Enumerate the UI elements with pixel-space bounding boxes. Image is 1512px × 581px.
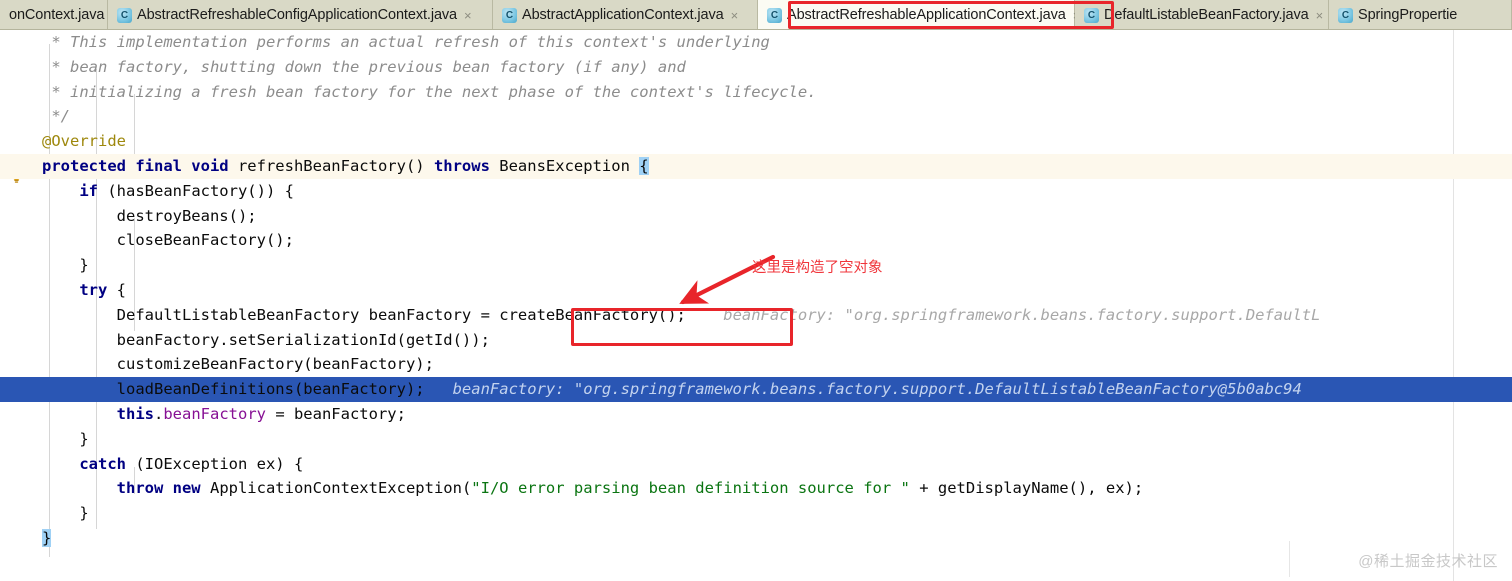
- editor-tab-5[interactable]: C SpringPropertie: [1329, 0, 1512, 29]
- code-line-method-signature[interactable]: protected final void refreshBeanFactory(…: [0, 153, 1512, 179]
- code-token: DefaultListableBeanFactory beanFactory =…: [42, 305, 686, 324]
- code-token: if: [79, 181, 108, 200]
- code-token: }: [42, 504, 89, 523]
- code-line-throw-exception[interactable]: throw new ApplicationContextException("I…: [0, 476, 1512, 501]
- code-line-close-try-brace[interactable]: }: [0, 427, 1512, 452]
- code-token: refreshBeanFactory(): [237, 156, 434, 175]
- code-line-if-hasbeanfactory[interactable]: if (hasBeanFactory()) {: [0, 179, 1512, 204]
- code-token: */: [42, 107, 70, 126]
- code-token: * initializing a fresh bean factory for …: [42, 82, 817, 101]
- editor-tab-1[interactable]: C AbstractRefreshableConfigApplicationCon…: [108, 0, 493, 29]
- code-token: closeBeanFactory();: [42, 231, 294, 250]
- code-token: }: [42, 528, 52, 547]
- editor-tab-label: AbstractRefreshableApplicationContext.ja…: [787, 7, 1066, 23]
- code-lines-container[interactable]: * This implementation performs an actual…: [0, 30, 1512, 581]
- code-line-catch-ioexception[interactable]: catch (IOException ex) {: [0, 452, 1512, 477]
- code-line-destroy-beans[interactable]: destroyBeans();: [0, 204, 1512, 229]
- code-line-try-open[interactable]: try {: [0, 278, 1512, 303]
- java-class-icon: C: [1338, 7, 1353, 23]
- code-token: (IOException ex) {: [135, 454, 304, 473]
- code-line-comment-3[interactable]: * initializing a fresh bean factory for …: [0, 80, 1512, 105]
- code-token: {: [639, 156, 649, 175]
- code-editor[interactable]: * This implementation performs an actual…: [0, 30, 1512, 581]
- code-token: try: [79, 280, 117, 299]
- code-token: = beanFactory;: [265, 404, 406, 423]
- code-token: + getDisplayName(), ex);: [909, 479, 1144, 498]
- code-token: BeansException: [499, 156, 640, 175]
- editor-window: onContext.java×CAbstractRefreshableConfi…: [0, 0, 1512, 581]
- code-line-set-serialization-id[interactable]: beanFactory.setSerializationId(getId());: [0, 328, 1512, 353]
- code-line-close-if-brace[interactable]: }: [0, 253, 1512, 278]
- editor-tab-3[interactable]: C AbstractRefreshableApplicationContext.j…: [758, 0, 1080, 29]
- code-token: this: [116, 404, 154, 423]
- editor-tab-label: SpringPropertie: [1358, 7, 1458, 23]
- code-token: beanFactory: [163, 404, 266, 423]
- code-token: (hasBeanFactory()) {: [107, 181, 294, 200]
- java-class-icon: C: [767, 7, 782, 23]
- code-line-comment-2[interactable]: * bean factory, shutting down the previo…: [0, 55, 1512, 80]
- code-token: loadBeanDefinitions(beanFactory);: [42, 380, 425, 399]
- java-class-icon: C: [502, 7, 517, 23]
- code-line-customize-bean-factory[interactable]: customizeBeanFactory(beanFactory);: [0, 352, 1512, 377]
- code-token: * bean factory, shutting down the previo…: [42, 57, 686, 76]
- java-class-icon: C: [1084, 7, 1099, 23]
- code-token: protected final void: [42, 156, 238, 175]
- close-icon[interactable]: ×: [729, 9, 739, 22]
- editor-tab-4[interactable]: C DefaultListableBeanFactory.java ×: [1075, 0, 1329, 29]
- editor-tab-label: AbstractApplicationContext.java: [522, 7, 724, 23]
- code-token: * This implementation performs an actual…: [42, 33, 770, 51]
- code-token: beanFactory.setSerializationId(getId());: [42, 330, 490, 349]
- code-line-create-bean-factory[interactable]: DefaultListableBeanFactory beanFactory =…: [0, 303, 1512, 328]
- code-token: .: [153, 404, 164, 423]
- code-token: beanFactory: "org.springframework.beans.…: [424, 380, 1302, 399]
- code-line-annotation-override[interactable]: @Override: [0, 129, 1512, 154]
- code-line-close-method-brace[interactable]: }: [0, 526, 1512, 551]
- code-line-comment-1[interactable]: * This implementation performs an actual…: [0, 30, 1512, 55]
- editor-tab-label: onContext.java: [9, 7, 105, 23]
- java-class-icon: C: [117, 7, 132, 23]
- code-token: customizeBeanFactory(beanFactory);: [42, 355, 434, 374]
- code-token: destroyBeans();: [42, 206, 257, 225]
- code-line-load-bean-definitions[interactable]: loadBeanDefinitions(beanFactory); beanFa…: [0, 377, 1512, 402]
- code-token: {: [116, 280, 126, 299]
- code-line-close-catch-brace[interactable]: }: [0, 501, 1512, 526]
- code-token: ApplicationContextException(: [209, 479, 472, 498]
- close-icon[interactable]: ×: [462, 9, 472, 22]
- code-token: }: [42, 429, 89, 448]
- code-token: beanFactory: "org.springframework.beans.…: [685, 305, 1321, 324]
- close-icon[interactable]: ×: [1314, 9, 1324, 22]
- code-token: throw new: [116, 479, 210, 498]
- code-token: @Override: [42, 132, 126, 151]
- editor-tab-bar: onContext.java×CAbstractRefreshableConfi…: [0, 0, 1512, 30]
- editor-tab-2[interactable]: C AbstractApplicationContext.java ×: [493, 0, 758, 29]
- code-line-comment-end[interactable]: */: [0, 104, 1512, 129]
- code-token: }: [42, 256, 89, 275]
- code-line-close-bean-factory[interactable]: closeBeanFactory();: [0, 228, 1512, 253]
- code-line-assign-bean-factory[interactable]: this.beanFactory = beanFactory;: [0, 402, 1512, 427]
- editor-tab-0[interactable]: onContext.java×: [0, 0, 119, 29]
- editor-tab-label: DefaultListableBeanFactory.java: [1104, 7, 1309, 23]
- code-token: "I/O error parsing bean definition sourc…: [471, 479, 910, 498]
- code-token: catch: [79, 454, 136, 473]
- editor-tab-label: AbstractRefreshableConfigApplicationCont…: [137, 7, 458, 23]
- code-token: throws: [433, 156, 500, 175]
